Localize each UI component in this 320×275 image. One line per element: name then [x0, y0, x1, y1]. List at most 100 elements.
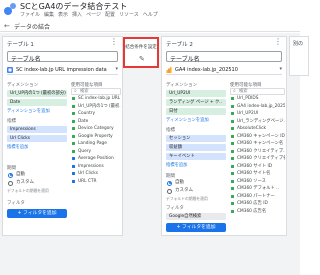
menu-help[interactable]: ヘルプ	[143, 11, 158, 18]
field-item[interactable]: CM360 サイト ID	[230, 163, 285, 171]
table-2-available-fields: 使用可能な項目 検索 Url_PDIDS GA4 index-lab.jp_20…	[230, 79, 285, 215]
table-1-panel: テーブル 1 ⋮ テーブル名 SC index-lab.jp URL impre…	[2, 36, 123, 236]
add-dimension-button[interactable]: ディメンションを追加	[7, 108, 67, 115]
table-2-name-input[interactable]: テーブル名	[166, 51, 282, 63]
field-item[interactable]: CM360 デフォルト ..	[230, 185, 285, 193]
radio-unchecked-icon	[8, 180, 13, 186]
range-custom-label: カスタム	[175, 188, 193, 193]
menu-insert[interactable]: 挿入	[72, 11, 82, 18]
add-metric-button[interactable]: 指標を追加	[166, 162, 226, 169]
metric-chip[interactable]: セッション	[166, 135, 226, 142]
add-dimension-button[interactable]: ディメンションを追加	[166, 117, 226, 124]
menu-bar: ファイル 編集 表示 挿入 ページ 配置 リソース ヘルプ	[20, 11, 158, 18]
field-item[interactable]: Date	[71, 118, 121, 126]
field-item[interactable]: Average Position	[71, 155, 121, 163]
filter-section-label: フィルタ	[166, 206, 184, 211]
table-1-source-select[interactable]: SC index-lab.jp URL impression data ▾	[7, 66, 118, 75]
radio-unchecked-icon	[167, 188, 172, 194]
add-filter-button[interactable]: + フィルタを追加	[166, 223, 226, 232]
table-3-add-panel[interactable]: 別の	[289, 36, 309, 76]
pencil-icon[interactable]: ✎	[139, 55, 145, 63]
field-item[interactable]: GA4 index-lab.jp_202510	[230, 103, 285, 111]
range-hint: デフォルトの期間を適用	[166, 196, 208, 201]
dimension-section-label: ディメンション	[166, 83, 198, 88]
metric-chip[interactable]: キーイベント	[166, 153, 226, 160]
dimension-chip[interactable]: Url_UP2UI	[166, 90, 226, 97]
field-item[interactable]: Url_ランディングページ..	[230, 118, 285, 126]
field-item[interactable]: Device Category	[71, 125, 121, 133]
metric-chip[interactable]: Url Clicks	[7, 135, 67, 142]
dimension-chip[interactable]: ランディング ページ + ク..	[166, 99, 226, 106]
field-item[interactable]: Url_UP2UI	[230, 110, 285, 118]
field-item[interactable]: Url_PDIDS	[230, 95, 285, 103]
menu-arrange[interactable]: 配置	[105, 11, 115, 18]
more-vert-icon[interactable]: ⋮	[274, 38, 282, 46]
filter-chip[interactable]: Google自然検索	[166, 213, 226, 220]
table-2-panel: テーブル 2 ⋮ テーブル名 GA4 index-lab.jp_202510 ▾…	[161, 36, 287, 236]
google-analytics-icon	[166, 67, 172, 73]
field-item[interactable]: CM360 クリエイティブ..	[230, 148, 285, 156]
field-search-input[interactable]: 検索	[230, 88, 285, 95]
table-2-source-label: GA4 index-lab.jp_202510	[175, 67, 238, 73]
menu-file[interactable]: ファイル	[20, 11, 40, 18]
menu-resource[interactable]: リソース	[119, 11, 139, 18]
dimension-chip[interactable]: 日付	[166, 108, 226, 115]
range-custom-radio[interactable]: カスタム	[166, 187, 226, 195]
field-item[interactable]: CM360 キャンペーン ID	[230, 133, 285, 141]
field-item[interactable]: URL CTR	[71, 178, 121, 186]
more-vert-icon[interactable]: ⋮	[110, 38, 118, 46]
arrow-back-icon[interactable]: ←	[4, 22, 10, 30]
field-item[interactable]: Url Clicks	[71, 170, 121, 178]
field-item[interactable]: Url_UP内の1つ (最初..	[71, 103, 121, 111]
menu-page[interactable]: ページ	[86, 11, 101, 18]
metric-section-label: 指標	[166, 128, 175, 133]
menu-edit[interactable]: 編集	[44, 11, 54, 18]
metric-section-label: 指標	[7, 119, 16, 124]
field-item[interactable]: Landing Page	[71, 140, 121, 148]
field-item[interactable]: Google Property	[71, 133, 121, 141]
field-item[interactable]: CM360 広告名	[230, 208, 285, 216]
field-item[interactable]: CM360 ソース	[230, 178, 285, 186]
table-1-title: テーブル 1	[7, 42, 34, 48]
search-console-icon	[7, 67, 13, 73]
field-item[interactable]: CM360 キャンペーン名	[230, 140, 285, 148]
table-3-label: 別の	[293, 41, 304, 47]
add-filter-button[interactable]: + フィルタを追加	[7, 209, 67, 218]
dimension-chip[interactable]: Url_UP内の1つ (最初の部分)	[7, 90, 67, 97]
add-metric-button[interactable]: 指標を追加	[7, 144, 67, 151]
filter-section-label: フィルタ	[7, 201, 25, 206]
field-item[interactable]: SC index-lab.jp URL imp..	[71, 95, 121, 103]
radio-checked-icon	[167, 180, 172, 186]
dimension-section-label: ディメンション	[7, 83, 39, 88]
blend-header: ← データの結合	[0, 20, 300, 32]
dimension-chip[interactable]: Date	[7, 99, 67, 106]
metric-chip[interactable]: 収益額	[166, 144, 226, 151]
field-item[interactable]: Query	[71, 148, 121, 156]
range-hint: デフォルトの期間を適用	[7, 188, 49, 193]
blend-title: データの結合	[14, 24, 51, 31]
table-2-source-select[interactable]: GA4 index-lab.jp_202510 ▾	[166, 66, 282, 75]
radio-checked-icon	[8, 172, 13, 178]
field-item[interactable]: CM360 広告 ID	[230, 200, 285, 208]
field-item[interactable]: Country	[71, 110, 121, 118]
range-auto-radio[interactable]: 自動	[7, 171, 67, 179]
field-item[interactable]: AbsoluteClick	[230, 125, 285, 133]
metric-chip[interactable]: Impressions	[7, 126, 67, 133]
chevron-down-icon: ▾	[115, 66, 118, 72]
range-auto-label: 自動	[175, 180, 184, 185]
field-item[interactable]: Impressions	[71, 163, 121, 171]
range-auto-label: 自動	[16, 172, 25, 177]
table-1-available-fields: 使用可能な項目 検索 SC index-lab.jp URL imp.. Url…	[71, 79, 121, 185]
app-bar: SCとGA4のデータ結合テスト ファイル 編集 表示 挿入 ページ 配置 リソー…	[0, 0, 300, 20]
range-custom-label: カスタム	[16, 180, 34, 185]
join-condition-box[interactable]: 結合条件を設定 ✎	[123, 37, 159, 68]
range-auto-radio[interactable]: 自動	[166, 179, 226, 187]
table-1-name-input[interactable]: テーブル名	[7, 51, 118, 63]
range-custom-radio[interactable]: カスタム	[7, 179, 67, 187]
menu-view[interactable]: 表示	[58, 11, 68, 18]
table-2-config: ディメンション Url_UP2UI ランディング ページ + ク.. 日付 ディ…	[166, 79, 226, 232]
field-search-input[interactable]: 検索	[71, 88, 121, 95]
field-item[interactable]: CM360 クリエイティブ名	[230, 155, 285, 163]
field-item[interactable]: CM360 パートナー	[230, 193, 285, 201]
field-item[interactable]: CM360 サイト名	[230, 170, 285, 178]
